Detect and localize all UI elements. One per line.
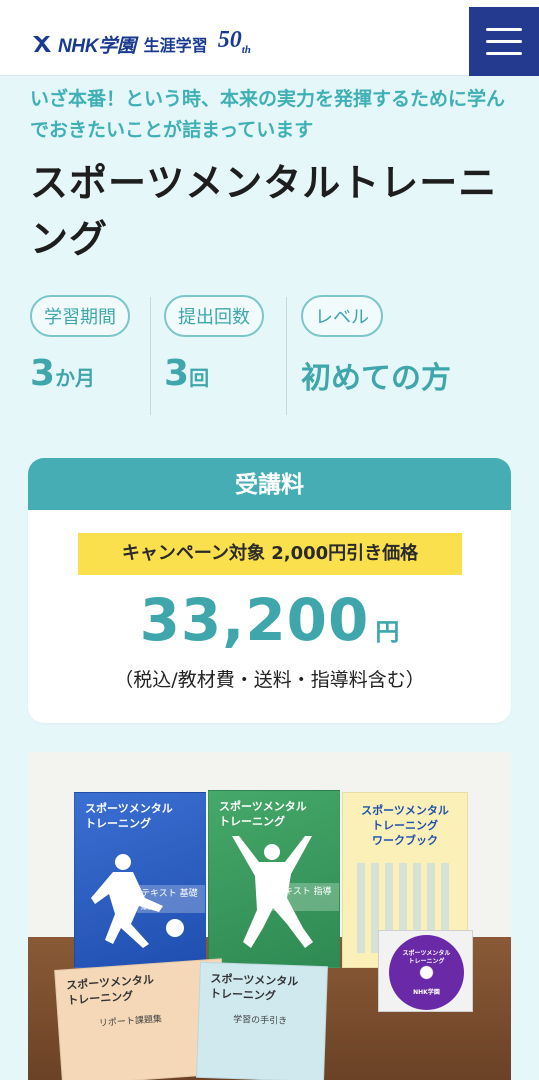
site-logo[interactable]: NHK学園 生涯学習 50th (30, 26, 251, 60)
cd-case: スポーツメンタル トレーニング NHK学園 (378, 930, 473, 1012)
book-title: スポーツメンタル トレーニング (209, 972, 299, 1003)
course-title: スポーツメンタルトレーニング (30, 161, 498, 261)
stat-number: 3 (164, 353, 190, 394)
hamburger-menu-icon-line (486, 40, 522, 43)
anniversary-mark: 50th (217, 26, 251, 56)
stat-unit: か月 (55, 366, 96, 390)
book-subtitle: 学習の手引き (232, 1014, 288, 1027)
price-amount: 33,200 (139, 586, 370, 654)
stat-submission-count: 提出回数 3回 (164, 295, 264, 415)
stat-label: レベル (301, 295, 383, 337)
stat-value: 初めての方 (301, 361, 451, 396)
stat-number: 3 (30, 353, 56, 394)
cd-title: スポーツメンタル トレーニング (402, 950, 451, 965)
stat-value: 3回 (164, 353, 264, 394)
stat-study-period: 学習期間 3か月 (30, 295, 130, 415)
stat-label: 学習期間 (30, 295, 130, 337)
logo-sub-text: 生涯学習 (143, 36, 208, 55)
hamburger-menu-icon (486, 28, 522, 31)
book-subtitle: リポート課題集 (98, 1014, 163, 1029)
study-guide: スポーツメンタル トレーニング 学習の手引き (196, 961, 328, 1080)
stat-unit: 回 (189, 366, 210, 390)
site-header: NHK学園 生涯学習 50th (0, 0, 539, 76)
book-subtitle: テキスト 基礎編 (137, 885, 205, 913)
anniversary-number: 50 (217, 26, 242, 53)
stat-value: 3か月 (30, 353, 130, 394)
hamburger-menu-button[interactable] (469, 7, 539, 76)
tuition-heading: 受講料 (28, 458, 511, 510)
stat-label: 提出回数 (164, 295, 264, 337)
anniversary-suffix: th (241, 43, 251, 56)
stat-divider (286, 297, 287, 415)
stat-divider (150, 297, 151, 415)
hamburger-menu-icon-line (486, 52, 522, 55)
price-note: （税込/教材費・送料・指導料含む） (114, 669, 425, 691)
campaign-badge: キャンペーン対象 2,000円引き価格 (78, 533, 462, 575)
cd-brand: NHK学園 (413, 989, 440, 996)
course-stats: 学習期間 3か月 提出回数 3回 レベル 初めての方 (30, 295, 510, 415)
nhk-runner-logo-icon (33, 36, 51, 52)
book-subtitle: テキスト 指導編 (271, 883, 339, 911)
logo-main-text: NHK学園 (58, 35, 136, 57)
tuition-card: 受講料 キャンペーン対象 2,000円引き価格 33,200 円 （税込/教材費・… (28, 458, 511, 723)
stat-level: レベル 初めての方 (301, 295, 451, 415)
price-currency: 円 (375, 618, 400, 646)
cd-disc: スポーツメンタル トレーニング NHK学園 (389, 935, 464, 1010)
textbook-guidance: スポーツメンタル トレーニング テキスト 指導編 (208, 790, 340, 968)
book-title: スポーツメンタル トレーニング (219, 800, 307, 828)
course-materials-photo: スポーツメンタル トレーニング テキスト 基礎編 スポーツメンタル トレーニング… (28, 752, 511, 1080)
textbook-basic: スポーツメンタル トレーニング テキスト 基礎編 (74, 792, 206, 968)
book-title: スポーツメンタル トレーニング ワークブック (361, 804, 449, 847)
book-title: スポーツメンタル トレーニング (85, 802, 173, 830)
price-amount-row: 33,200 円 (28, 586, 511, 654)
course-catch-copy: いざ本番！という時、本来の実力を発揮するために学んでおきたいことが詰まっています (30, 88, 506, 141)
